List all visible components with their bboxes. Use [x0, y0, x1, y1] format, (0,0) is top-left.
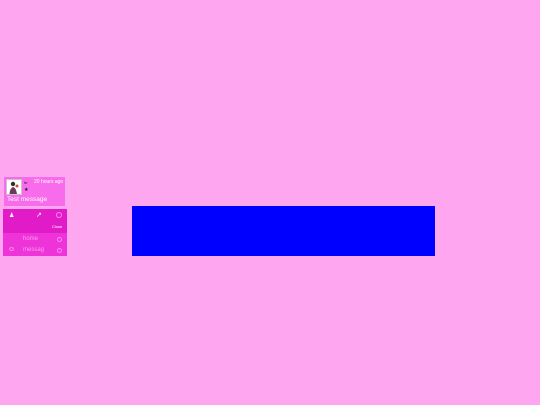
content-panel	[132, 206, 435, 256]
menu-item-message[interactable]: ☺ messag	[3, 245, 67, 256]
person-icon[interactable]: ♟	[9, 212, 14, 219]
close-button[interactable]: Close	[52, 224, 62, 229]
circle-icon	[57, 237, 62, 242]
menu-header: ♟ ↗ Close	[3, 209, 67, 233]
menu-item-label: messag	[23, 247, 45, 253]
external-link-icon[interactable]: ↗	[36, 211, 42, 219]
circle-icon	[57, 248, 62, 253]
circle-icon[interactable]	[56, 212, 62, 218]
user-avatar[interactable]	[6, 179, 22, 195]
message-preview: Test message	[7, 196, 48, 203]
menu-item-home[interactable]: home	[3, 234, 67, 245]
status-icon: ★	[24, 187, 29, 193]
sender-name: hr	[24, 180, 28, 185]
chat-notification-card[interactable]: hr 20 hours ago ★ Test message	[4, 177, 65, 206]
menu-item-label: home	[23, 236, 39, 242]
chat-menu: ♟ ↗ Close home ☺ messag	[3, 209, 67, 256]
smiley-icon: ☺	[8, 246, 16, 253]
message-timestamp: 20 hours ago	[34, 179, 64, 185]
